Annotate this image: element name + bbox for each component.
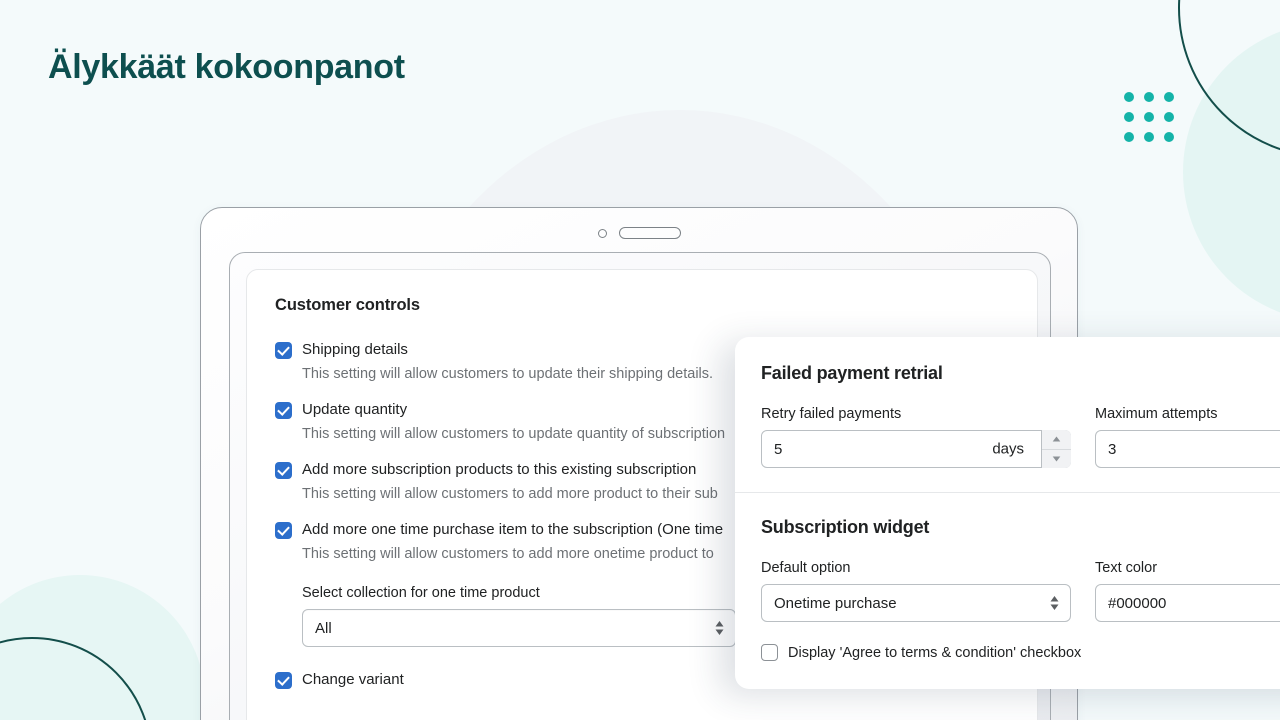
customer-controls-heading: Customer controls [275,296,420,314]
terms-checkbox-label: Display 'Agree to terms & condition' che… [788,644,1082,661]
checkbox-checked-icon[interactable] [275,342,292,359]
retry-failed-payments-group: Retry failed payments 5 days [761,406,1071,468]
maximum-attempts-value: 3 [1108,440,1117,458]
maximum-attempts-group: Maximum attempts 3 [1095,406,1280,468]
settings-overlay-panel: Failed payment retrial Retry failed paym… [735,337,1280,689]
maximum-attempts-input[interactable]: 3 [1095,430,1280,468]
default-option-select[interactable]: Onetime purchase [761,584,1071,622]
checkbox-checked-icon[interactable] [275,672,292,689]
subscription-widget-section: Subscription widget Default option Oneti… [735,493,1280,685]
subscription-widget-heading: Subscription widget [761,517,930,537]
stepper-decrement-button[interactable] [1042,449,1071,468]
retry-failed-payments-label: Retry failed payments [761,406,902,422]
checkbox-unchecked-icon[interactable] [761,644,778,661]
checkbox-checked-icon[interactable] [275,522,292,539]
retry-days-suffix: days [992,440,1024,458]
dot-grid-icon [1124,92,1174,142]
checkbox-label: Change variant [302,671,404,688]
terms-checkbox-row[interactable]: Display 'Agree to terms & condition' che… [761,644,1280,661]
text-color-value: #000000 [1108,594,1167,612]
checkbox-label: Shipping details [302,341,408,358]
speaker-icon [618,227,681,239]
checkbox-label: Add more one time purchase item to the s… [302,521,724,538]
default-option-label: Default option [761,560,851,576]
default-option-value: Onetime purchase [774,594,897,612]
checkbox-checked-icon[interactable] [275,402,292,419]
stepper-increment-button[interactable] [1042,430,1071,450]
page-title: Älykkäät kokoonpanot [48,48,405,86]
text-color-label: Text color [1095,560,1158,576]
retry-failed-payments-input[interactable]: 5 days [761,430,1071,468]
checkbox-label: Update quantity [302,401,408,418]
camera-icon [597,228,607,238]
maximum-attempts-label: Maximum attempts [1095,406,1218,422]
text-color-input[interactable]: #000000 [1095,584,1280,622]
failed-payment-retrial-heading: Failed payment retrial [761,363,943,383]
chevron-updown-icon[interactable] [1050,596,1059,610]
collection-select-value: All [315,619,332,637]
checkbox-label: Add more subscription products to this e… [302,461,697,478]
chevron-updown-icon[interactable] [715,621,724,635]
device-bezel [201,224,1077,242]
text-color-group: Text color #000000 [1095,560,1280,622]
number-stepper[interactable] [1041,430,1071,468]
failed-payment-retrial-section: Failed payment retrial Retry failed paym… [735,337,1280,492]
default-option-group: Default option Onetime purchase [761,560,1071,622]
retry-failed-payments-value: 5 [774,440,783,458]
checkbox-checked-icon[interactable] [275,462,292,479]
collection-select[interactable]: All [302,609,736,647]
